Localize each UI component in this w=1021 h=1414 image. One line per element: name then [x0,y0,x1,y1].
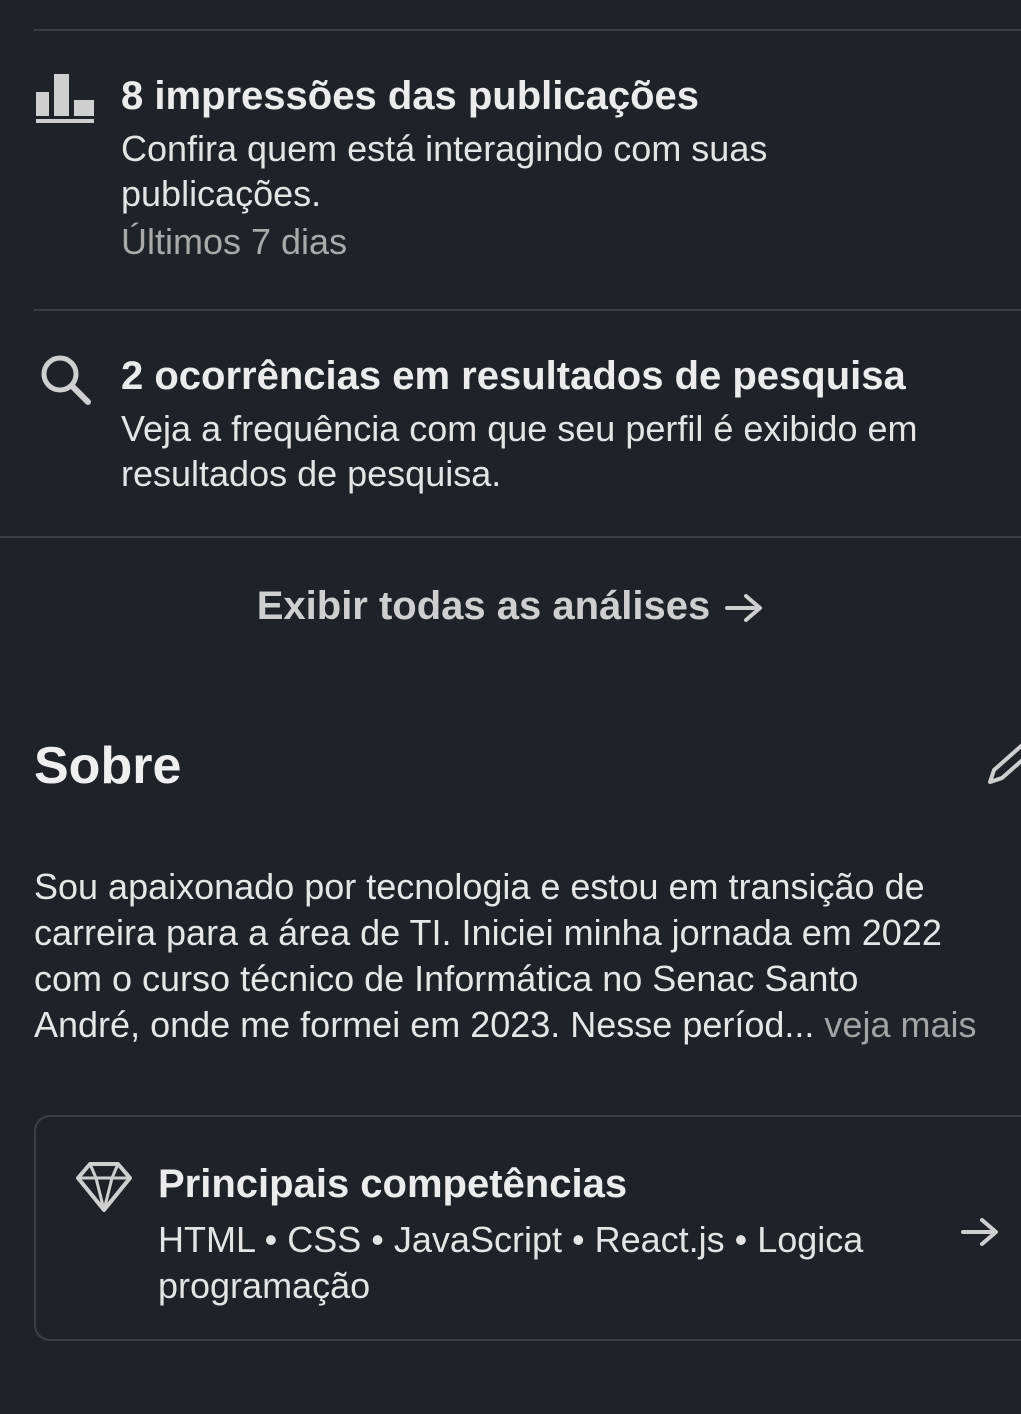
about-line: com o curso técnico de Informática no Se… [34,958,859,999]
about-text: Sou apaixonado por tecnologia e estou em… [34,864,1021,1048]
edit-pencil-icon[interactable] [980,738,1021,790]
about-section-title: Sobre [34,737,182,795]
top-skills-card[interactable]: Principais competências HTML • CSS • Jav… [34,1115,1021,1341]
top-skills-title: Principais competências [158,1162,628,1206]
diamond-icon [76,1162,132,1212]
divider-middle [34,309,1021,311]
search-appearances-item[interactable]: 2 ocorrências em resultados de pesquisa … [0,312,1021,536]
post-impressions-period: Últimos 7 dias [121,221,348,262]
search-appearances-description: Veja a frequência com que seu perfil é e… [121,408,918,494]
search-appearances-title: 2 ocorrências em resultados de pesquisa [121,354,906,398]
arrow-right-icon [725,594,763,623]
divider-bottom [0,536,1021,538]
post-impressions-description: Confira quem está interagindo com suas p… [121,128,768,214]
arrow-right-icon [961,1218,998,1246]
post-impressions-item[interactable]: 8 impressões das publicações Confira que… [0,0,1021,310]
about-line-last: André, onde me formei em 2023. Nesse per… [34,1002,1021,1048]
about-line: André, onde me formei em 2023. Nesse per… [34,1004,815,1045]
top-skills-list: HTML • CSS • JavaScript • React.js • Log… [158,1219,864,1306]
see-more-link[interactable]: veja mais [814,1004,976,1045]
search-icon [41,355,91,405]
show-all-analytics-label: Exibir todas as análises [256,584,711,628]
post-impressions-title: 8 impressões das publicações [121,74,700,118]
about-line: carreira para a área de TI. Iniciei minh… [34,912,942,953]
bar-chart-icon [36,74,94,123]
about-line: Sou apaixonado por tecnologia e estou em… [34,866,925,907]
show-all-analytics-link[interactable]: Exibir todas as análises [0,578,1021,634]
